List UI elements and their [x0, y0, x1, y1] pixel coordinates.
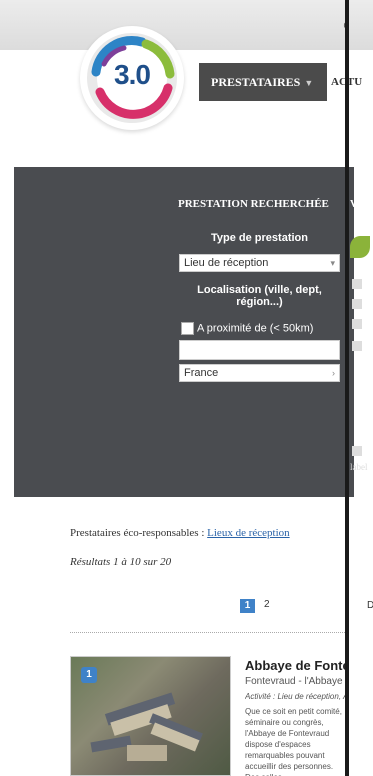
proximity-checkbox-row[interactable]: A proximité de (< 50km) [181, 322, 313, 335]
location-input[interactable] [179, 340, 340, 360]
country-select-value: France [184, 367, 219, 379]
chevron-down-icon: ▼ [304, 78, 314, 88]
side-checkbox[interactable] [352, 319, 362, 329]
country-select[interactable]: France › [179, 364, 340, 382]
location-label: Localisation (ville, dept, région...) [197, 284, 322, 308]
type-label: Type de prestation [211, 232, 308, 244]
type-select[interactable]: Lieu de réception ▾ [179, 254, 340, 272]
breadcrumb: Prestataires éco-responsables : Lieux de… [70, 527, 290, 539]
side-checkbox-label: F [366, 298, 373, 309]
side-checkbox[interactable] [352, 446, 362, 456]
divider-line [70, 632, 345, 633]
side-bottom-label: label [350, 462, 368, 472]
chevron-down-icon: ▾ [330, 258, 335, 268]
search-panel-title: PRESTATION RECHERCHÉE [178, 198, 329, 210]
side-checkbox-label: E [366, 340, 373, 351]
column-divider [345, 0, 349, 776]
breadcrumb-prefix: Prestataires éco-responsables : [70, 527, 208, 539]
nav-prestataires-label: PRESTATAIRES [211, 75, 301, 89]
breadcrumb-link[interactable]: Lieux de réception [207, 527, 289, 539]
side-checkbox-label: E [366, 278, 373, 289]
nav-prestataires[interactable]: PRESTATAIRES ▼ [199, 63, 327, 101]
side-checkbox-label: C [366, 318, 373, 329]
leaf-icon [350, 236, 370, 258]
side-panel-title: VOS [350, 199, 371, 210]
type-select-value: Lieu de réception [184, 257, 269, 269]
result-number-badge: 1 [81, 667, 97, 683]
side-checkbox[interactable] [352, 341, 362, 351]
result-activity: Activité : Lieu de réception, Abbaye [245, 692, 345, 701]
result-thumbnail[interactable]: 1 [70, 656, 231, 776]
proximity-checkbox[interactable] [181, 322, 194, 335]
side-checkbox[interactable] [352, 299, 362, 309]
page-1-button[interactable]: 1 [240, 599, 255, 613]
result-description: Que ce soit en petit comité, séminaire o… [245, 707, 342, 776]
site-logo[interactable]: 3.0 [80, 26, 184, 130]
page-2-link[interactable]: 2 [264, 599, 270, 610]
results-count: Résultats 1 à 10 sur 20 [70, 556, 172, 568]
proximity-label: A proximité de (< 50km) [197, 322, 314, 335]
result-subtitle: Fontevraud - l'Abbaye [245, 676, 343, 687]
result-title[interactable]: Abbaye de Fontevraud [245, 658, 345, 673]
chevron-right-icon: › [332, 368, 335, 378]
side-checkbox[interactable] [352, 279, 362, 289]
pagination-right-mark: D [367, 600, 373, 611]
logo-text: 3.0 [114, 59, 151, 90]
top-bar: d [0, 0, 373, 50]
